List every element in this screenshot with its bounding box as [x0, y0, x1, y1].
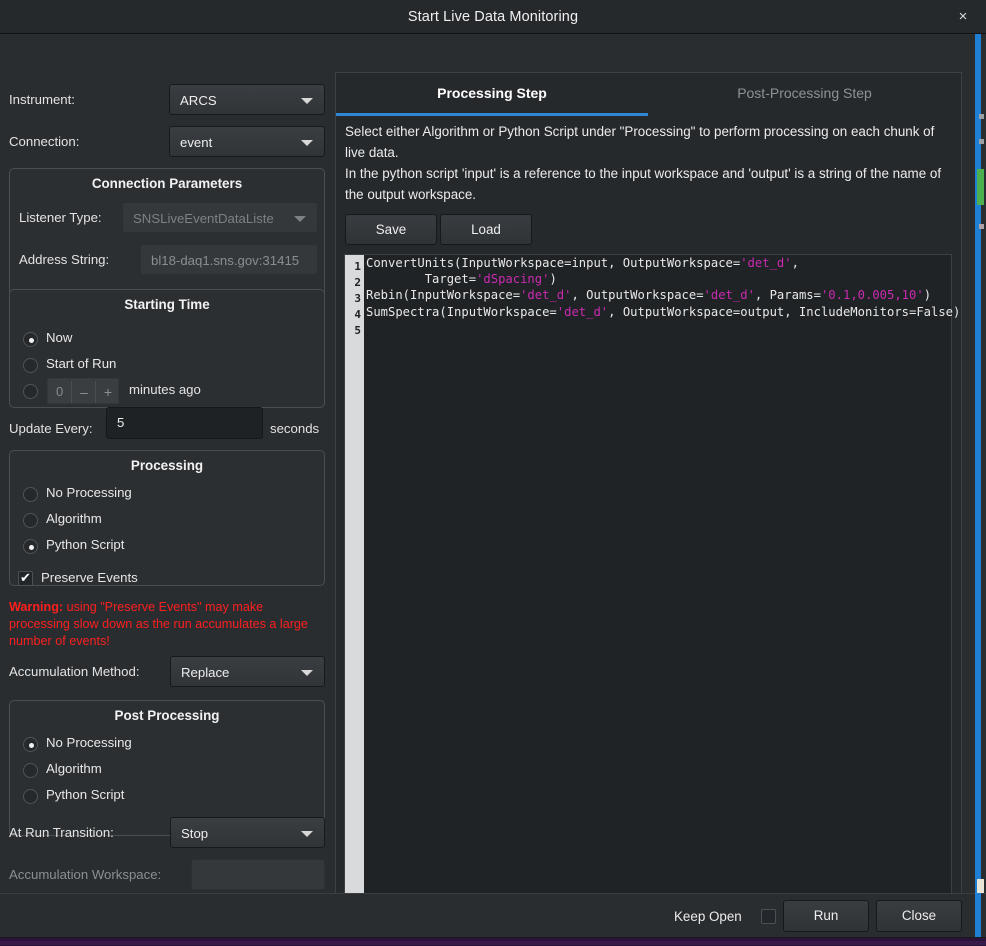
at-run-transition-value: Stop — [181, 818, 208, 849]
connection-parameters-title: Connection Parameters — [10, 176, 324, 191]
line-number: 3 — [354, 292, 361, 305]
address-string-value: bl18-daq1.sns.gov:31415 — [151, 245, 299, 276]
connection-value: event — [180, 127, 212, 158]
line-number: 2 — [354, 276, 361, 289]
chevron-down-icon — [301, 98, 313, 104]
radio-dot-icon — [23, 332, 38, 347]
processing-no-processing-label: No Processing — [46, 485, 132, 500]
post-processing-group: Post Processing No Processing Algorithm … — [9, 700, 325, 836]
post-processing-no-processing-label: No Processing — [46, 735, 132, 750]
tab-processing-step[interactable]: Processing Step — [336, 73, 648, 116]
window-right-scrollbar[interactable] — [975, 34, 981, 937]
description-line-1: Select either Algorithm or Python Script… — [345, 121, 952, 163]
keep-open-checkbox[interactable] — [761, 909, 776, 924]
at-run-transition-combobox[interactable]: Stop — [170, 817, 325, 848]
connection-label: Connection: — [9, 134, 79, 149]
accumulation-method-label: Accumulation Method: — [9, 664, 139, 679]
minutes-ago-spinbox[interactable]: 0 – + — [47, 378, 119, 404]
processing-group: Processing No Processing Algorithm Pytho… — [9, 450, 325, 586]
scroll-marker — [979, 114, 984, 119]
starting-time-now-label: Now — [46, 330, 72, 345]
address-string-label: Address String: — [19, 252, 109, 267]
processing-algorithm-label: Algorithm — [46, 511, 102, 526]
minutes-ago-value: 0 — [56, 379, 63, 405]
instrument-label: Instrument: — [9, 92, 75, 107]
accumulation-method-value: Replace — [181, 657, 229, 688]
chevron-down-icon — [294, 216, 306, 222]
line-number: 5 — [354, 324, 361, 337]
chevron-down-icon — [301, 140, 313, 146]
close-button[interactable]: Close — [876, 900, 962, 932]
instrument-combobox[interactable]: ARCS — [169, 84, 325, 115]
line-number: 1 — [354, 260, 361, 273]
dialog-footer: Keep Open Run Close — [0, 893, 986, 937]
connection-parameters-group: Connection Parameters Listener Type: SNS… — [9, 168, 325, 307]
preserve-events-warning: Warning: using "Preserve Events" may mak… — [9, 599, 327, 650]
instrument-value: ARCS — [180, 85, 217, 116]
post-processing-algorithm-label: Algorithm — [46, 761, 102, 776]
address-string-input[interactable]: bl18-daq1.sns.gov:31415 — [140, 244, 318, 275]
update-every-value: 5 — [117, 408, 124, 438]
accumulation-workspace-label: Accumulation Workspace: — [9, 867, 161, 882]
script-editor[interactable]: 1 2 3 4 5 ConvertUnits(InputWorkspace=in… — [344, 254, 952, 928]
radio-dot-icon — [23, 789, 38, 804]
window-titlebar: Start Live Data Monitoring × — [0, 0, 986, 34]
script-code[interactable]: ConvertUnits(InputWorkspace=input, Outpu… — [366, 255, 951, 905]
starting-time-group: Starting Time Now Start of Run 0 – + min… — [9, 289, 325, 408]
connection-combobox[interactable]: event — [169, 126, 325, 157]
save-button[interactable]: Save — [345, 214, 437, 245]
settings-panel: Instrument: ARCS Connection: event Conne… — [0, 68, 335, 946]
radio-dot-icon — [23, 539, 38, 554]
minutes-ago-label: minutes ago — [129, 382, 201, 397]
dialog-body: Instrument: ARCS Connection: event Conne… — [0, 34, 986, 946]
minutes-ago-increment-button[interactable]: + — [96, 379, 120, 405]
at-run-transition-label: At Run Transition: — [9, 825, 114, 840]
radio-dot-icon — [23, 737, 38, 752]
accumulation-method-combobox[interactable]: Replace — [170, 656, 325, 687]
preserve-events-label: Preserve Events — [41, 570, 138, 585]
bottom-accent-strip — [0, 937, 986, 946]
keep-open-label: Keep Open — [674, 909, 742, 924]
checkmark-icon — [18, 571, 33, 586]
line-number: 4 — [354, 308, 361, 321]
radio-dot-icon — [23, 358, 38, 373]
post-processing-python-script-label: Python Script — [46, 787, 124, 802]
processing-title: Processing — [10, 458, 324, 473]
post-processing-title: Post Processing — [10, 708, 324, 723]
warning-prefix: Warning: — [9, 600, 63, 614]
description-line-2: In the python script 'input' is a refere… — [345, 163, 952, 205]
run-button[interactable]: Run — [783, 900, 869, 932]
scroll-marker — [979, 224, 984, 229]
listener-type-combobox[interactable]: SNSLiveEventDataListe — [122, 202, 318, 233]
minutes-ago-decrement-button[interactable]: – — [72, 379, 96, 405]
tab-post-processing-step[interactable]: Post-Processing Step — [648, 73, 961, 116]
processing-python-script-label: Python Script — [46, 537, 124, 552]
radio-dot-icon — [23, 513, 38, 528]
starting-time-title: Starting Time — [10, 297, 324, 312]
update-every-label: Update Every: — [9, 421, 93, 436]
window-title: Start Live Data Monitoring — [0, 0, 986, 34]
accumulation-workspace-input[interactable] — [191, 859, 325, 890]
chevron-down-icon — [301, 831, 313, 837]
load-button[interactable]: Load — [440, 214, 532, 245]
line-number-gutter: 1 2 3 4 5 — [345, 255, 364, 910]
listener-type-label: Listener Type: — [19, 210, 102, 225]
radio-dot-icon — [23, 763, 38, 778]
panel-description: Select either Algorithm or Python Script… — [345, 121, 952, 205]
scroll-marker — [979, 139, 984, 144]
close-icon[interactable]: × — [950, 0, 976, 34]
update-every-input[interactable]: 5 — [106, 407, 263, 439]
chevron-down-icon — [301, 670, 313, 676]
radio-dot-icon — [23, 384, 38, 399]
processing-panel: Processing Step Post-Processing Step Sel… — [335, 72, 962, 934]
update-every-units: seconds — [270, 421, 319, 436]
scroll-marker — [977, 879, 984, 893]
radio-dot-icon — [23, 487, 38, 502]
listener-type-value: SNSLiveEventDataListe — [133, 203, 274, 234]
tab-bar: Processing Step Post-Processing Step — [336, 73, 961, 116]
bottom-accent-inner — [0, 941, 986, 945]
scroll-marker-highlight — [977, 169, 984, 205]
starting-time-start-of-run-label: Start of Run — [46, 356, 116, 371]
